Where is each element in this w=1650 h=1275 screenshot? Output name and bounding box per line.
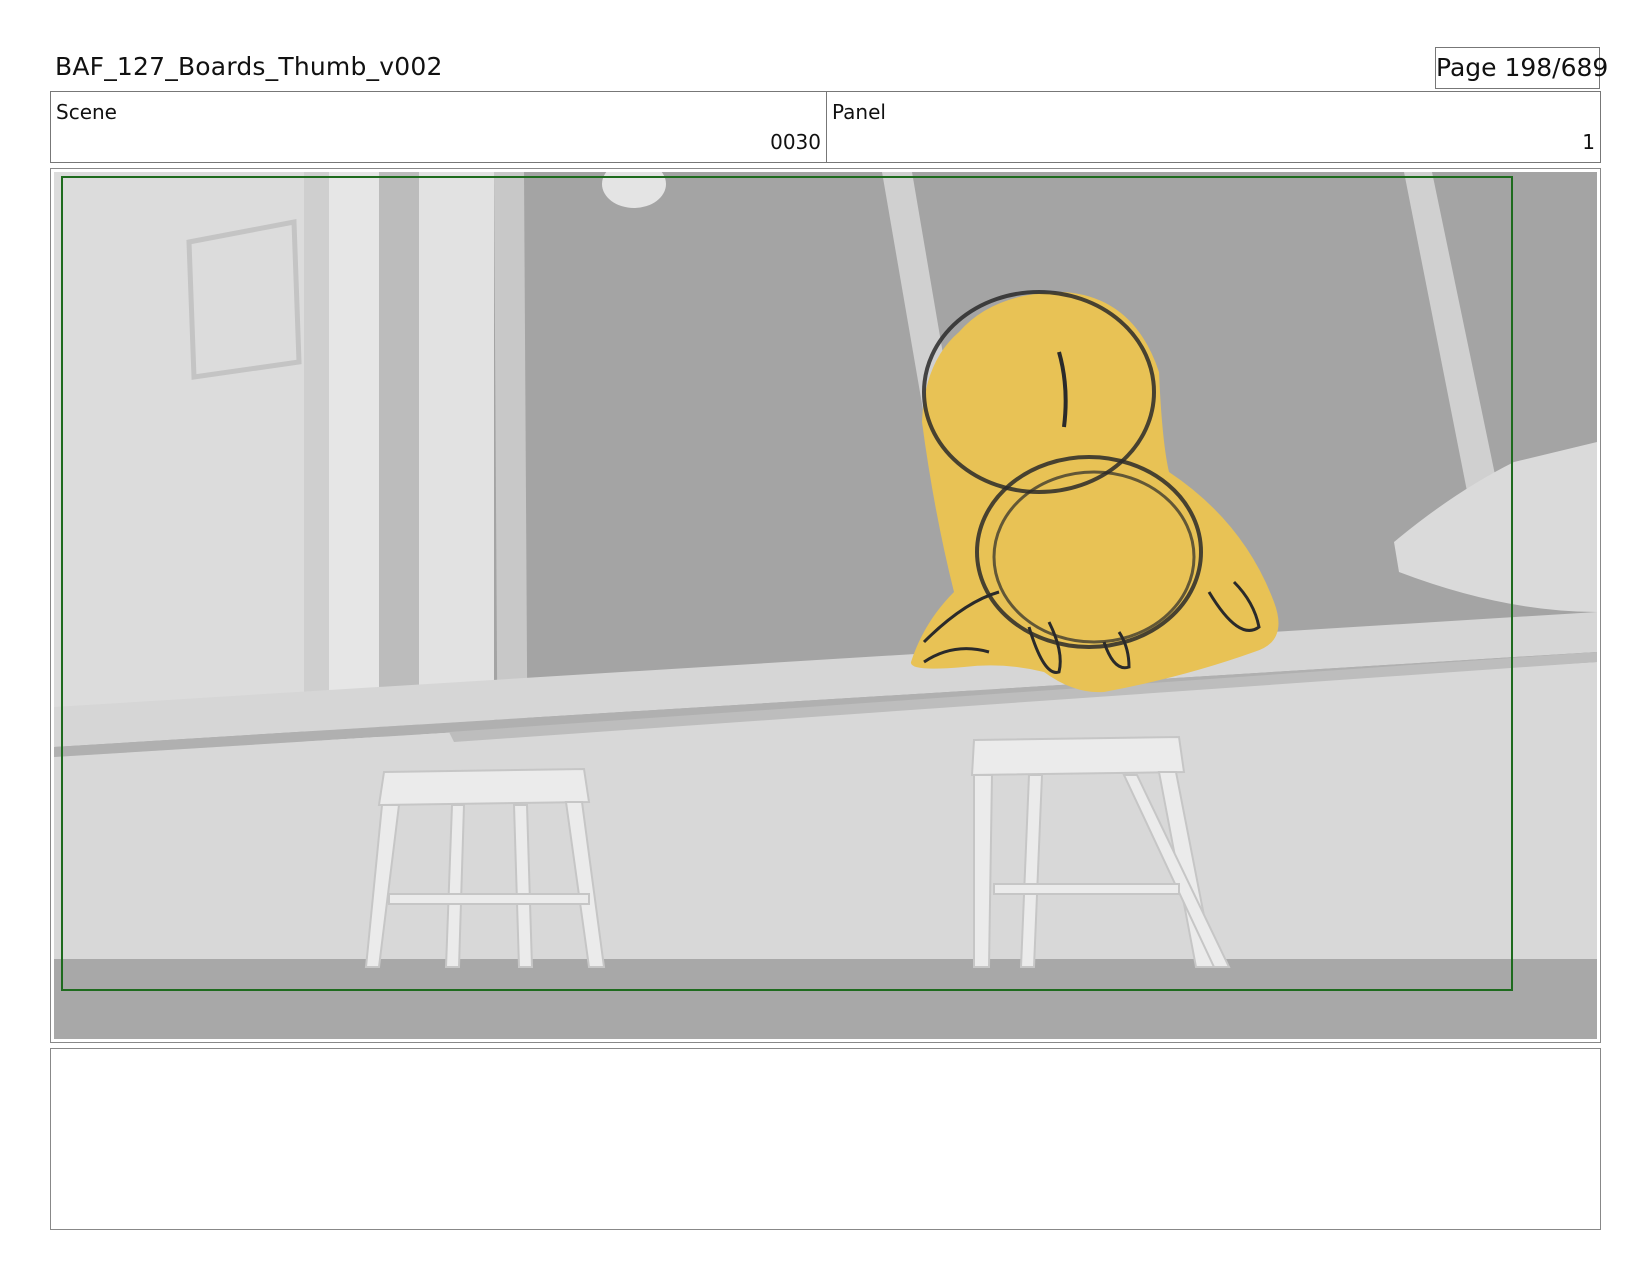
document-title: BAF_127_Boards_Thumb_v002 — [55, 52, 443, 81]
page-number: Page 198/689 — [1435, 47, 1608, 89]
notes-box — [50, 1048, 1601, 1230]
floor — [54, 959, 1597, 1039]
scene-cell: Scene 0030 — [51, 92, 827, 162]
scene-panel-info: Scene 0030 Panel 1 — [50, 91, 1601, 163]
scene-label: Scene — [56, 100, 117, 124]
storyboard-image — [54, 172, 1597, 1039]
panel-cell: Panel 1 — [827, 92, 1600, 162]
storyboard-frame — [50, 168, 1601, 1043]
scene-number: 0030 — [770, 130, 821, 154]
panel-label: Panel — [832, 100, 886, 124]
panel-number: 1 — [1582, 130, 1595, 154]
